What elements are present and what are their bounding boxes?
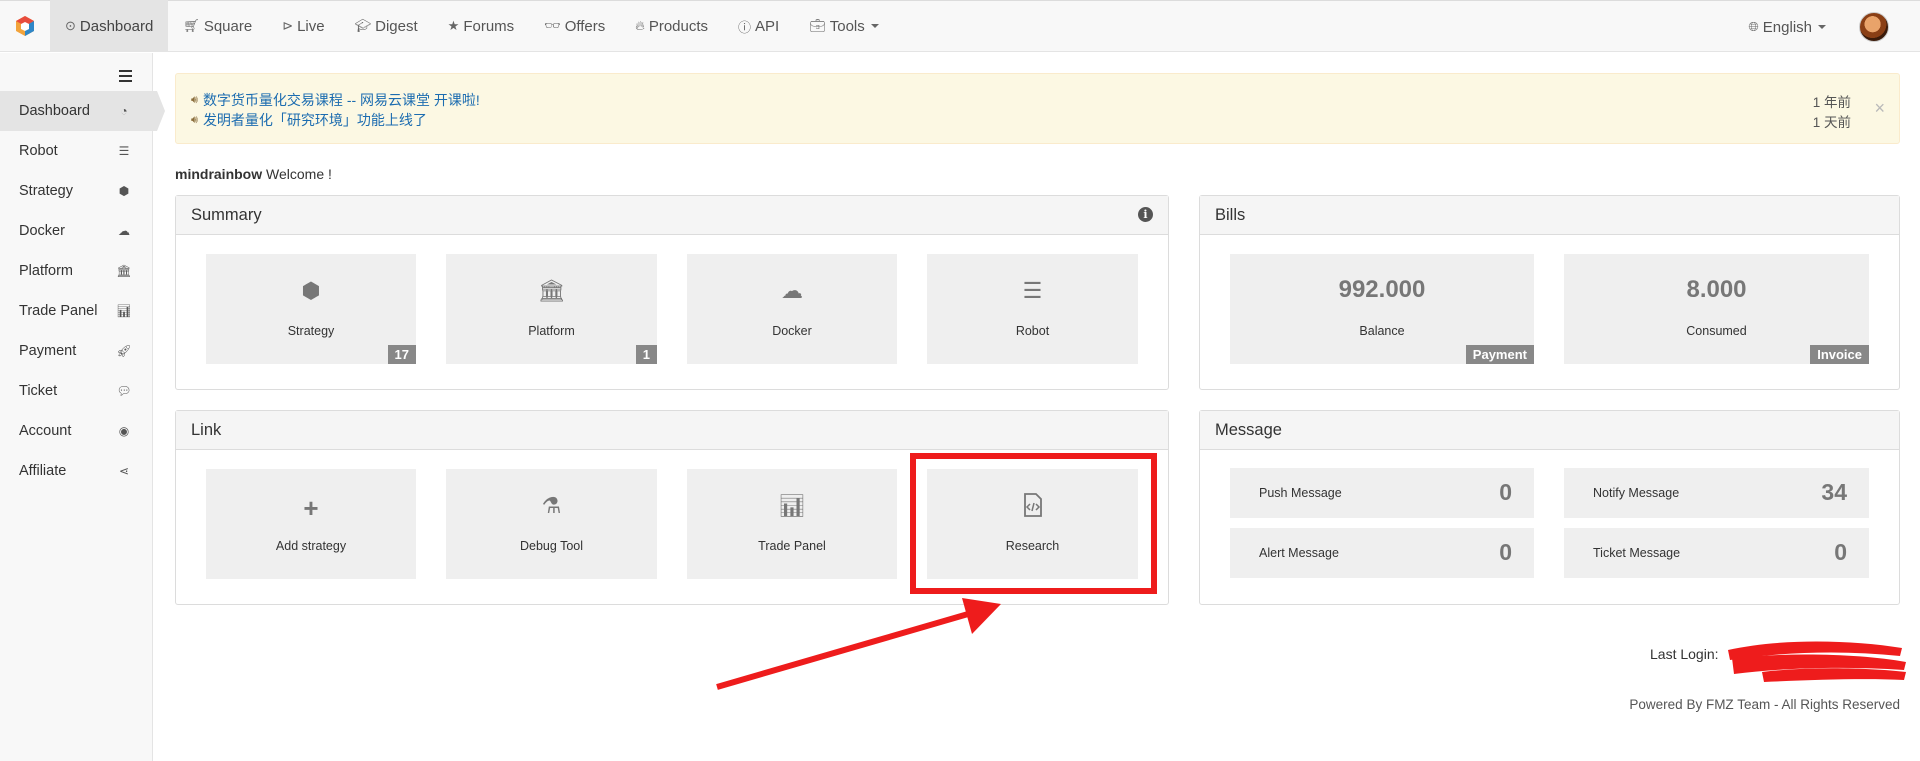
annotation-arrow xyxy=(716,598,1001,690)
redaction-scribble xyxy=(1728,641,1906,682)
copyright-text: Powered By FMZ Team - All Rights Reserve… xyxy=(1629,697,1900,712)
last-login: Last Login: xyxy=(1650,646,1719,662)
